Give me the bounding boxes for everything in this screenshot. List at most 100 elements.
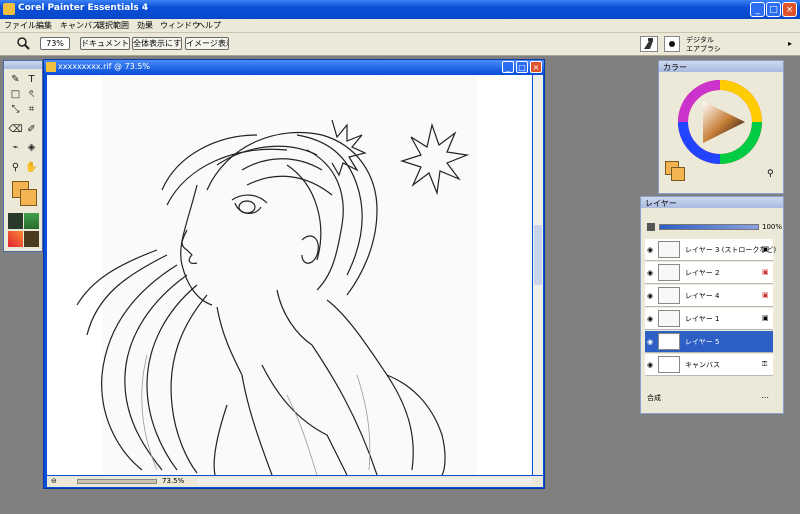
dropper-icon[interactable]: ⌁	[8, 141, 23, 154]
layers-panel: レイヤー 100% ◉ レイヤー 3 (ストロークなど) ▣ ◉ レイヤー 2 …	[640, 196, 784, 414]
opacity-value: 100%	[762, 223, 783, 231]
color-swatch[interactable]	[12, 181, 37, 206]
menu-help[interactable]: ヘルプ	[197, 20, 221, 31]
layer-thumbnail	[658, 264, 680, 281]
layers-panel-title: レイヤー	[645, 199, 677, 208]
layer-thumbnail	[658, 333, 680, 350]
menu-bar: ファイル 編集 キャンバス 選択範囲 効果 ウィンドウ ヘルプ	[0, 19, 800, 33]
vertical-scrollbar[interactable]	[533, 75, 543, 475]
layer-thumbnail	[658, 287, 680, 304]
eye-icon[interactable]: ◉	[647, 361, 655, 369]
layer-name: レイヤー 1	[685, 315, 720, 323]
brush-dropdown-icon[interactable]: ▸	[788, 39, 792, 48]
layer-thumbnail	[658, 310, 680, 327]
magnifier-icon[interactable]: ⚲	[8, 161, 23, 174]
canvas-window: xxxxxxxxx.rif @ 73.5% _ □ × ⊖ 73.5%	[43, 59, 545, 489]
brush-icon[interactable]	[640, 36, 658, 52]
layer-thumbnail	[658, 241, 680, 258]
brush-variant-icon[interactable]	[664, 36, 680, 52]
text-tool-icon[interactable]: T	[24, 73, 39, 86]
layer-row[interactable]: ◉ レイヤー 4 ▣	[645, 285, 773, 307]
menu-select[interactable]: 選択範囲	[97, 20, 129, 31]
color-wheel-icon[interactable]	[677, 79, 763, 165]
rect-select-icon[interactable]: □	[8, 88, 23, 101]
line-art-illustration	[76, 75, 477, 475]
image-view-button[interactable]: イメージ表示	[185, 37, 229, 50]
brush-variant-label: エアブラシ	[686, 45, 721, 53]
lock-icon[interactable]: ▣	[762, 245, 770, 253]
color-panel-titlebar[interactable]: カラー	[659, 61, 783, 72]
layer-row[interactable]: ◉ レイヤー 2 ▣	[645, 262, 773, 284]
layer-row[interactable]: ◉ レイヤー 1 ▣	[645, 308, 773, 330]
property-bar: 73% ドキュメントを 全体表示にする イメージ表示 デジタル エアブラシ ▸	[0, 33, 800, 56]
eye-icon[interactable]: ◉	[647, 338, 655, 346]
transform-icon[interactable]: ⤡	[8, 103, 23, 116]
layer-name: キャンバス	[685, 361, 720, 369]
eye-icon[interactable]: ◉	[647, 246, 655, 254]
layers-panel-titlebar[interactable]: レイヤー	[641, 197, 783, 208]
horizontal-scrollbar[interactable]	[197, 478, 532, 485]
canvas-maximize-icon[interactable]: □	[516, 61, 528, 73]
crop-icon[interactable]: ⌗	[24, 103, 39, 116]
maximize-icon[interactable]: □	[766, 2, 781, 17]
menu-edit[interactable]: 編集	[36, 20, 52, 31]
toolbox-titlebar[interactable]	[4, 61, 42, 69]
layer-options-icon[interactable]: ⋯	[761, 393, 769, 402]
layer-name: レイヤー 4	[685, 292, 720, 300]
lock-icon[interactable]: ⚿	[762, 360, 770, 368]
canvas-minimize-icon[interactable]: _	[502, 61, 514, 73]
pattern-icon[interactable]	[24, 213, 39, 229]
paper-icon[interactable]	[8, 213, 23, 229]
app-titlebar[interactable]: Corel Painter Essentials 4 _ □ ×	[0, 0, 800, 19]
layer-name: レイヤー 5	[685, 338, 720, 346]
lock-icon[interactable]: ▣	[762, 268, 770, 276]
zoom-field[interactable]: 73%	[40, 37, 70, 50]
composite-label: 合成	[647, 394, 661, 402]
zoom-slider[interactable]	[77, 479, 157, 484]
layer-row-selected[interactable]: ◉ レイヤー 5	[645, 331, 773, 353]
zoom-icon	[16, 36, 30, 50]
app-title: Corel Painter Essentials 4	[18, 3, 149, 13]
opacity-icon	[647, 223, 655, 231]
eye-icon[interactable]: ◉	[647, 292, 655, 300]
app-icon	[3, 3, 15, 15]
eraser-icon[interactable]: ⌫	[8, 123, 23, 136]
color-panel-title: カラー	[663, 63, 687, 72]
menu-canvas[interactable]: キャンバス	[60, 20, 100, 31]
layer-name: レイヤー 2	[685, 269, 720, 277]
lock-icon[interactable]: ▣	[762, 314, 770, 322]
layer-thumbnail	[658, 356, 680, 373]
gradient-icon[interactable]	[8, 231, 23, 247]
menu-file[interactable]: ファイル	[4, 20, 36, 31]
menu-window[interactable]: ウィンドウ	[160, 20, 200, 31]
pencil-icon[interactable]: ✐	[24, 123, 39, 136]
brush-tool-icon[interactable]: ✎	[8, 73, 23, 86]
canvas-status-bar: ⊖ 73.5%	[47, 476, 543, 487]
zoom-readout: 73.5%	[162, 477, 185, 485]
eye-icon[interactable]: ◉	[647, 315, 655, 323]
color-panel: カラー ⚲	[658, 60, 784, 194]
canvas-title: xxxxxxxxx.rif @ 73.5%	[58, 62, 150, 71]
hand-icon[interactable]: ✋	[24, 161, 39, 174]
layer-row[interactable]: ◉ キャンバス ⚿	[645, 354, 773, 376]
minimize-icon[interactable]: _	[750, 2, 765, 17]
menu-effects[interactable]: 効果	[137, 20, 153, 31]
close-icon[interactable]: ×	[782, 2, 797, 17]
eyedropper-icon[interactable]: ⚲	[767, 169, 774, 179]
nozzle-icon[interactable]	[24, 231, 39, 247]
layer-row[interactable]: ◉ レイヤー 3 (ストロークなど) ▣	[645, 239, 776, 261]
lasso-icon[interactable]: ৎ	[24, 88, 39, 101]
canvas-titlebar[interactable]: xxxxxxxxx.rif @ 73.5% _ □ ×	[44, 60, 544, 74]
lock-icon[interactable]: ▣	[762, 291, 770, 299]
opacity-slider[interactable]	[659, 224, 759, 230]
zoom-out-icon[interactable]: ⊖	[51, 477, 60, 486]
main-color-swatch[interactable]	[665, 161, 685, 181]
paint-bucket-icon[interactable]: ◈	[24, 141, 39, 154]
fit-screen-button[interactable]: 全体表示にする	[132, 37, 182, 50]
document-icon	[46, 62, 56, 72]
drawing-canvas[interactable]	[47, 75, 532, 475]
toolbox: ✎ T □ ৎ ⤡ ⌗ ⌫ ✐ ⌁ ◈ ⚲ ✋	[3, 60, 43, 252]
fit-document-button[interactable]: ドキュメントを	[80, 37, 130, 50]
eye-icon[interactable]: ◉	[647, 269, 655, 277]
canvas-close-icon[interactable]: ×	[530, 61, 542, 73]
